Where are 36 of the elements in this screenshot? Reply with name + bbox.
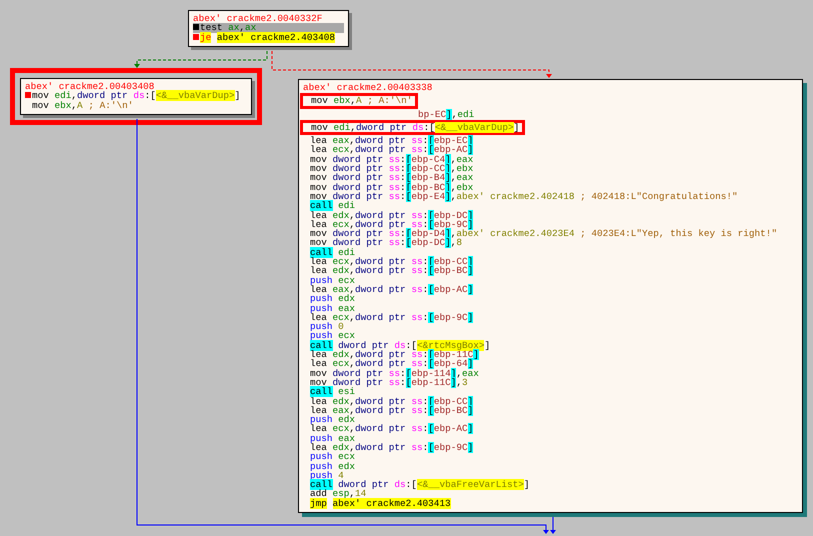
code-line: lea ecx,dword ptr ss:[ebp-AC]: [309, 145, 474, 155]
code-line: call dword ptr ds:[<&__vbaFreeVarList>]: [309, 480, 530, 490]
code-line: call esi: [309, 387, 356, 396]
code-line: lea ecx,dword ptr ss:[ebp-AC]: [309, 424, 474, 434]
code-line: add esp,14: [309, 489, 366, 499]
code-line: mov dword ptr ss:[ebp-E4],abex' crackme2.402418 ; 402418:L"Congratulations!": [309, 192, 738, 202]
code-line: mov dword ptr ss:[ebp-11C],3: [309, 378, 468, 388]
code-line: push edx: [309, 462, 356, 471]
code-line: lea ecx,dword ptr ss:[ebp-9C]: [309, 220, 474, 230]
code-line: lea ecx,dword ptr ss:[ebp-64]: [309, 359, 474, 369]
code-line: push 0: [309, 322, 344, 332]
code-line: push edx: [309, 415, 356, 424]
code-line: mov dword ptr ss:[ebp-DC],8: [309, 238, 462, 248]
code-line: lea edx,dword ptr ss:[ebp-BC]: [309, 266, 474, 276]
code-line: push edx: [309, 294, 356, 304]
code-line: mov ebx,A ; A:'\n': [31, 100, 134, 110]
code-line: lea edx,dword ptr ss:[ebp-9C]: [309, 442, 474, 452]
code-line: je abex' crackme2.403408: [193, 32, 336, 42]
block-title: abex' crackme2.00403338: [303, 83, 432, 92]
code-line: push ecx: [309, 331, 356, 341]
code-line: bp-EC],edi: [418, 110, 474, 119]
code-line: call edi: [309, 248, 356, 258]
block-title: abex' crackme2.0040332F: [193, 14, 322, 24]
code-line: call edi: [309, 201, 356, 211]
code-line: lea eax,dword ptr ss:[ebp-AC]: [309, 284, 474, 294]
code-line: lea eax,dword ptr ss:[ebp-BC]: [309, 406, 474, 416]
block-title: abex' crackme2.00403408: [25, 82, 154, 92]
code-line: call dword ptr ds:[<&rtcMsgBox>]: [309, 340, 490, 350]
code-line: lea ecx,dword ptr ss:[ebp-9C]: [309, 312, 474, 322]
code-line: mov edi,dword ptr ds:[<&__vbaVarDup>]: [25, 91, 240, 101]
code-line: push eax: [309, 434, 356, 443]
code-line: push ecx: [309, 452, 356, 462]
code-line: push eax: [309, 304, 356, 313]
code-line: push 4: [309, 470, 344, 480]
code-line: push ecx: [309, 276, 356, 285]
code-line: jmp abex' crackme2.403413: [309, 498, 451, 508]
